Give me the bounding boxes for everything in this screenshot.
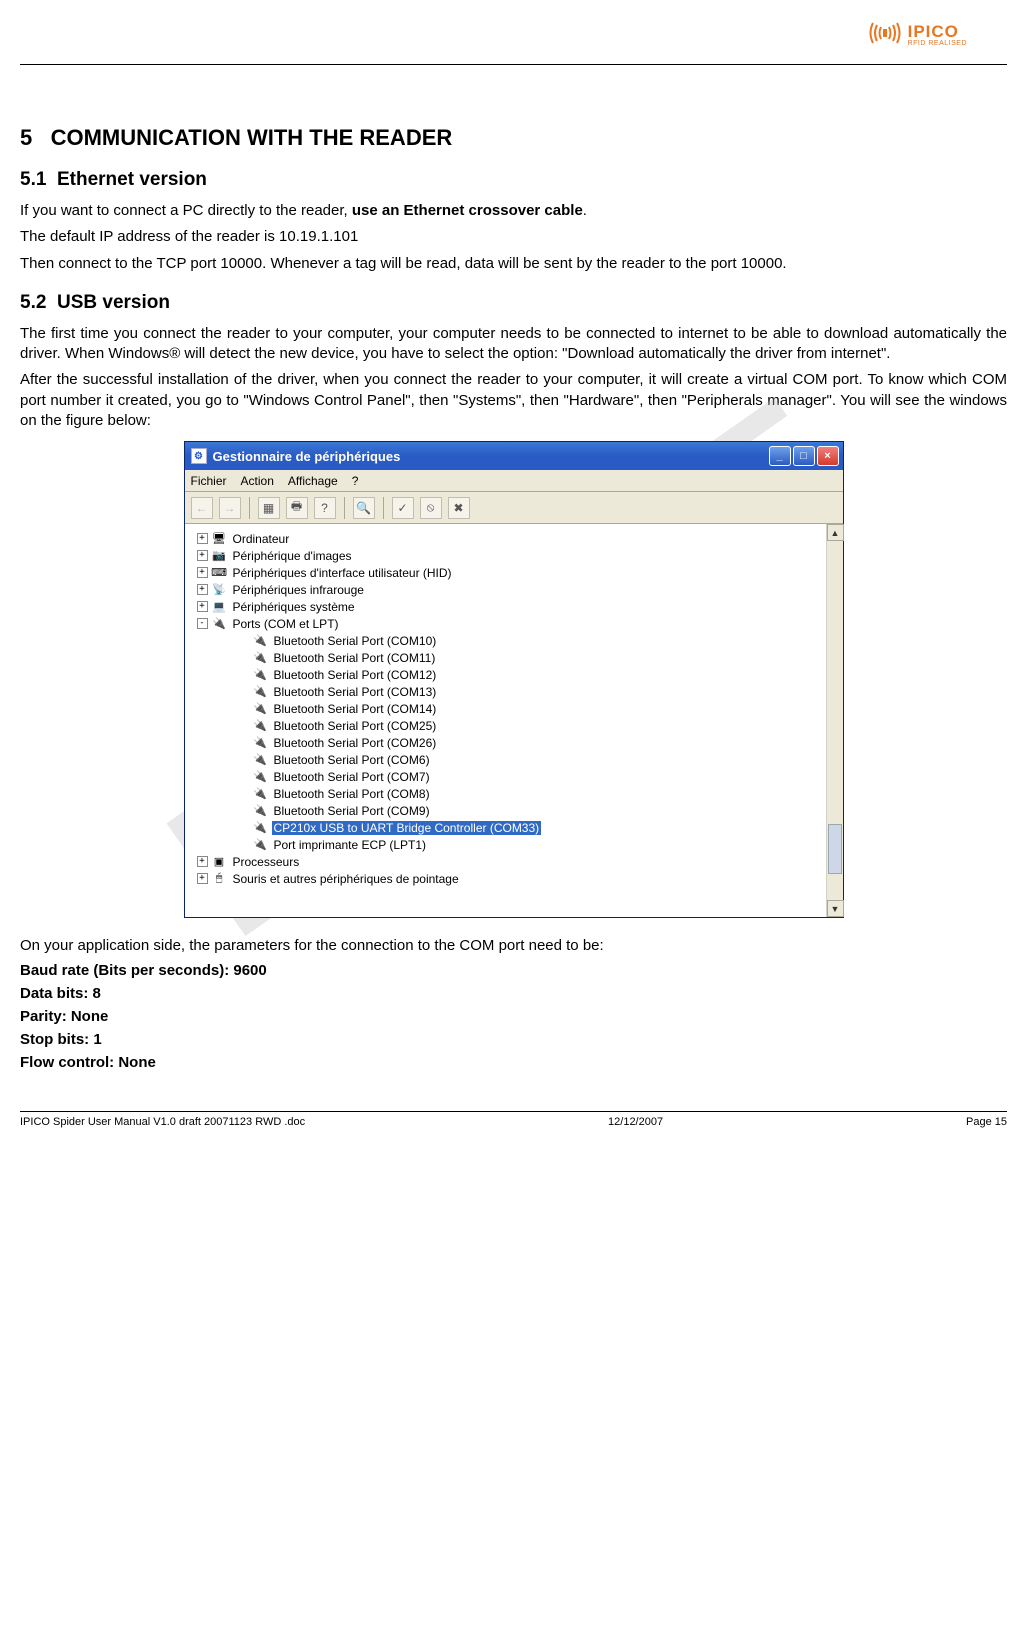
port-icon: 🔌: [253, 736, 268, 750]
logo-icon: [868, 19, 902, 52]
tree-item[interactable]: Bluetooth Serial Port (COM26): [272, 736, 439, 750]
tree-item[interactable]: Bluetooth Serial Port (COM8): [272, 787, 432, 801]
menu-file[interactable]: Fichier: [191, 474, 227, 488]
tree-item[interactable]: Bluetooth Serial Port (COM7): [272, 770, 432, 784]
footer-row: IPICO Spider User Manual V1.0 draft 2007…: [20, 1112, 1007, 1128]
para-5-2-2: After the successful installation of the…: [20, 370, 1007, 431]
tree-item[interactable]: Ordinateur: [231, 532, 292, 546]
forward-button[interactable]: →: [219, 497, 241, 519]
logo-name: IPICO: [908, 23, 967, 40]
param-flow-control: Flow control: None: [20, 1054, 1007, 1071]
port-icon: 🔌: [253, 685, 268, 699]
port-icon: 🔌: [253, 668, 268, 682]
para-5-1-3: Then connect to the TCP port 10000. When…: [20, 254, 1007, 274]
close-button[interactable]: ×: [817, 446, 839, 466]
device-tree[interactable]: +🖥Ordinateur +📷Périphérique d'images +⌨P…: [185, 524, 826, 917]
processor-icon: ▣: [212, 855, 227, 869]
port-icon: 🔌: [253, 821, 268, 835]
tree-item[interactable]: Bluetooth Serial Port (COM10): [272, 634, 439, 648]
properties-button[interactable]: ▦: [258, 497, 280, 519]
port-icon: 🔌: [253, 702, 268, 716]
device-manager-window: ⚙ Gestionnaire de périphériques _ □ × Fi…: [184, 441, 844, 918]
port-icon: 🔌: [253, 651, 268, 665]
tree-item[interactable]: Périphériques système: [231, 600, 357, 614]
scroll-up-button[interactable]: ▲: [827, 524, 844, 541]
system-icon: 💻: [212, 600, 227, 614]
window-menubar: Fichier Action Affichage ?: [185, 470, 843, 492]
mouse-icon: 🖱: [212, 872, 227, 886]
logo-tagline: RFID REALISED: [908, 40, 967, 47]
scroll-thumb[interactable]: [828, 824, 842, 874]
scroll-down-button[interactable]: ▼: [827, 900, 844, 917]
tree-item[interactable]: Ports (COM et LPT): [231, 617, 341, 631]
header-logo: IPICO RFID REALISED: [20, 10, 1007, 60]
section-number: 5: [20, 125, 32, 150]
param-data-bits: Data bits: 8: [20, 985, 1007, 1002]
print-button[interactable]: 🖶: [286, 497, 308, 519]
disable-button[interactable]: ⦸: [420, 497, 442, 519]
tree-item[interactable]: Bluetooth Serial Port (COM11): [272, 651, 438, 665]
tree-item[interactable]: Processeurs: [231, 855, 302, 869]
port-icon: 🔌: [253, 634, 268, 648]
tree-item[interactable]: Bluetooth Serial Port (COM25): [272, 719, 439, 733]
menu-action[interactable]: Action: [241, 474, 274, 488]
port-icon: 🔌: [253, 719, 268, 733]
section-title: COMMUNICATION WITH THE READER: [51, 125, 453, 150]
param-baud: Baud rate (Bits per seconds): 9600: [20, 962, 1007, 979]
help-toolbar-button[interactable]: ?: [314, 497, 336, 519]
window-titlebar[interactable]: ⚙ Gestionnaire de périphériques _ □ ×: [185, 442, 843, 470]
menu-help[interactable]: ?: [352, 474, 359, 488]
para-5-2-1: The first time you connect the reader to…: [20, 324, 1007, 365]
para-5-2-3: On your application side, the parameters…: [20, 936, 1007, 956]
tree-item[interactable]: Périphériques d'interface utilisateur (H…: [231, 566, 454, 580]
subsection-number: 5.2: [20, 292, 46, 313]
scan-button[interactable]: 🔍: [353, 497, 375, 519]
tree-item[interactable]: Périphériques infrarouge: [231, 583, 366, 597]
ports-icon: 🔌: [212, 617, 227, 631]
infrared-icon: 📡: [212, 583, 227, 597]
param-stop-bits: Stop bits: 1: [20, 1031, 1007, 1048]
minimize-button[interactable]: _: [769, 446, 791, 466]
window-toolbar: ← → ▦ 🖶 ? 🔍 ✓ ⦸ ✖: [185, 492, 843, 524]
footer-doc-name: IPICO Spider User Manual V1.0 draft 2007…: [20, 1116, 305, 1128]
para-5-1-2: The default IP address of the reader is …: [20, 227, 1007, 247]
tree-item[interactable]: Souris et autres périphériques de pointa…: [231, 872, 461, 886]
footer-date: 12/12/2007: [608, 1116, 663, 1128]
footer-page: Page 15: [966, 1116, 1007, 1128]
hid-icon: ⌨: [212, 566, 227, 580]
window-title: Gestionnaire de périphériques: [213, 449, 769, 464]
uninstall-button[interactable]: ✖: [448, 497, 470, 519]
tree-item[interactable]: Bluetooth Serial Port (COM6): [272, 753, 432, 767]
maximize-button[interactable]: □: [793, 446, 815, 466]
section-5-heading: 5 COMMUNICATION WITH THE READER: [20, 125, 1007, 151]
enable-button[interactable]: ✓: [392, 497, 414, 519]
tree-item[interactable]: Périphérique d'images: [231, 549, 354, 563]
tree-item[interactable]: Bluetooth Serial Port (COM13): [272, 685, 439, 699]
tree-item[interactable]: Bluetooth Serial Port (COM9): [272, 804, 432, 818]
subsection-title: USB version: [57, 292, 170, 313]
computer-icon: 🖥: [212, 532, 227, 546]
para-5-1-1: If you want to connect a PC directly to …: [20, 201, 1007, 221]
vertical-scrollbar[interactable]: ▲ ▼: [826, 524, 843, 917]
menu-view[interactable]: Affichage: [288, 474, 338, 488]
imaging-icon: 📷: [212, 549, 227, 563]
port-icon: 🔌: [253, 787, 268, 801]
tree-item[interactable]: Port imprimante ECP (LPT1): [272, 838, 429, 852]
port-icon: 🔌: [253, 753, 268, 767]
port-icon: 🔌: [253, 770, 268, 784]
tree-item[interactable]: Bluetooth Serial Port (COM12): [272, 668, 439, 682]
subsection-number: 5.1: [20, 169, 46, 190]
param-parity: Parity: None: [20, 1008, 1007, 1025]
section-5-2-heading: 5.2 USB version: [20, 292, 1007, 314]
tree-item-selected[interactable]: CP210x USB to UART Bridge Controller (CO…: [272, 821, 542, 835]
port-icon: 🔌: [253, 804, 268, 818]
subsection-title: Ethernet version: [57, 169, 207, 190]
port-icon: 🔌: [253, 838, 268, 852]
window-icon: ⚙: [191, 448, 207, 464]
back-button[interactable]: ←: [191, 497, 213, 519]
section-5-1-heading: 5.1 Ethernet version: [20, 169, 1007, 191]
tree-item[interactable]: Bluetooth Serial Port (COM14): [272, 702, 439, 716]
